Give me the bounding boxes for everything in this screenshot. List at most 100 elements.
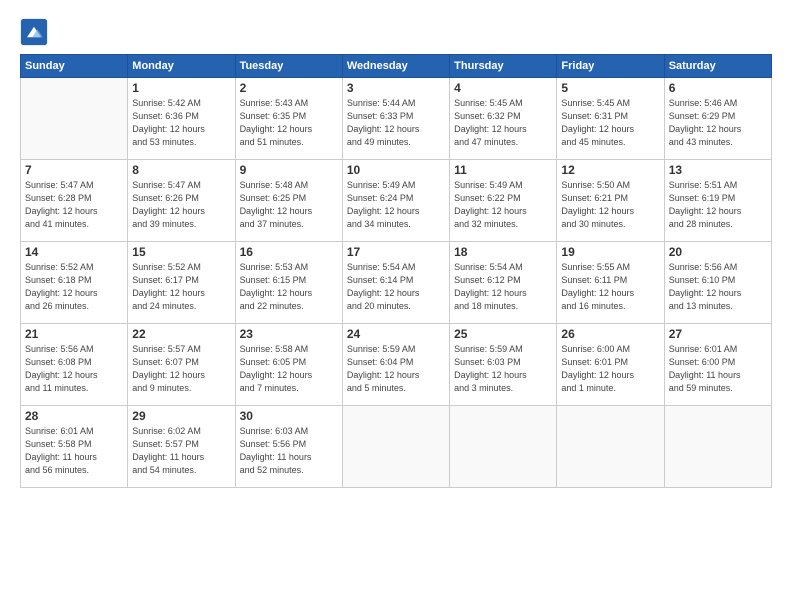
day-info: Sunrise: 5:45 AM Sunset: 6:32 PM Dayligh… xyxy=(454,97,552,149)
day-info: Sunrise: 5:59 AM Sunset: 6:03 PM Dayligh… xyxy=(454,343,552,395)
weekday-saturday: Saturday xyxy=(664,55,771,78)
day-cell xyxy=(21,78,128,160)
day-info: Sunrise: 5:47 AM Sunset: 6:26 PM Dayligh… xyxy=(132,179,230,231)
day-number: 26 xyxy=(561,327,659,341)
day-info: Sunrise: 5:59 AM Sunset: 6:04 PM Dayligh… xyxy=(347,343,445,395)
day-info: Sunrise: 6:03 AM Sunset: 5:56 PM Dayligh… xyxy=(240,425,338,477)
day-number: 20 xyxy=(669,245,767,259)
day-number: 25 xyxy=(454,327,552,341)
weekday-header-row: SundayMondayTuesdayWednesdayThursdayFrid… xyxy=(21,55,772,78)
day-info: Sunrise: 6:01 AM Sunset: 6:00 PM Dayligh… xyxy=(669,343,767,395)
day-number: 13 xyxy=(669,163,767,177)
day-info: Sunrise: 5:43 AM Sunset: 6:35 PM Dayligh… xyxy=(240,97,338,149)
day-number: 12 xyxy=(561,163,659,177)
day-cell: 10 Sunrise: 5:49 AM Sunset: 6:24 PM Dayli… xyxy=(342,160,449,242)
day-cell xyxy=(664,406,771,488)
day-cell: 30 Sunrise: 6:03 AM Sunset: 5:56 PM Dayli… xyxy=(235,406,342,488)
day-info: Sunrise: 5:52 AM Sunset: 6:17 PM Dayligh… xyxy=(132,261,230,313)
day-number: 2 xyxy=(240,81,338,95)
day-info: Sunrise: 5:52 AM Sunset: 6:18 PM Dayligh… xyxy=(25,261,123,313)
day-cell: 24 Sunrise: 5:59 AM Sunset: 6:04 PM Dayli… xyxy=(342,324,449,406)
day-info: Sunrise: 6:01 AM Sunset: 5:58 PM Dayligh… xyxy=(25,425,123,477)
day-cell: 22Sunrise: 5:57 AM Sunset: 6:07 PM Dayli… xyxy=(128,324,235,406)
day-number: 1 xyxy=(132,81,230,95)
weekday-wednesday: Wednesday xyxy=(342,55,449,78)
page: SundayMondayTuesdayWednesdayThursdayFrid… xyxy=(0,0,792,612)
day-cell: 15Sunrise: 5:52 AM Sunset: 6:17 PM Dayli… xyxy=(128,242,235,324)
day-info: Sunrise: 5:50 AM Sunset: 6:21 PM Dayligh… xyxy=(561,179,659,231)
day-number: 30 xyxy=(240,409,338,423)
day-cell xyxy=(342,406,449,488)
day-cell: 7 Sunrise: 5:47 AM Sunset: 6:28 PM Daylig… xyxy=(21,160,128,242)
day-cell: 26 Sunrise: 6:00 AM Sunset: 6:01 PM Dayli… xyxy=(557,324,664,406)
day-cell: 20 Sunrise: 5:56 AM Sunset: 6:10 PM Dayli… xyxy=(664,242,771,324)
day-number: 6 xyxy=(669,81,767,95)
day-cell: 9 Sunrise: 5:48 AM Sunset: 6:25 PM Daylig… xyxy=(235,160,342,242)
day-number: 10 xyxy=(347,163,445,177)
day-number: 23 xyxy=(240,327,338,341)
day-cell: 6 Sunrise: 5:46 AM Sunset: 6:29 PM Daylig… xyxy=(664,78,771,160)
day-cell: 8 Sunrise: 5:47 AM Sunset: 6:26 PM Daylig… xyxy=(128,160,235,242)
day-number: 7 xyxy=(25,163,123,177)
day-cell xyxy=(557,406,664,488)
logo-icon xyxy=(20,18,48,46)
day-info: Sunrise: 5:55 AM Sunset: 6:11 PM Dayligh… xyxy=(561,261,659,313)
weekday-monday: Monday xyxy=(128,55,235,78)
day-number: 8 xyxy=(132,163,230,177)
week-row-5: 28 Sunrise: 6:01 AM Sunset: 5:58 PM Dayli… xyxy=(21,406,772,488)
day-info: Sunrise: 6:02 AM Sunset: 5:57 PM Dayligh… xyxy=(132,425,230,477)
day-number: 11 xyxy=(454,163,552,177)
day-info: Sunrise: 5:51 AM Sunset: 6:19 PM Dayligh… xyxy=(669,179,767,231)
day-info: Sunrise: 5:48 AM Sunset: 6:25 PM Dayligh… xyxy=(240,179,338,231)
calendar-table: SundayMondayTuesdayWednesdayThursdayFrid… xyxy=(20,54,772,488)
day-number: 28 xyxy=(25,409,123,423)
day-info: Sunrise: 5:49 AM Sunset: 6:22 PM Dayligh… xyxy=(454,179,552,231)
day-number: 29 xyxy=(132,409,230,423)
day-cell: 3Sunrise: 5:44 AM Sunset: 6:33 PM Daylig… xyxy=(342,78,449,160)
day-info: Sunrise: 5:58 AM Sunset: 6:05 PM Dayligh… xyxy=(240,343,338,395)
week-row-3: 14Sunrise: 5:52 AM Sunset: 6:18 PM Dayli… xyxy=(21,242,772,324)
day-cell: 16Sunrise: 5:53 AM Sunset: 6:15 PM Dayli… xyxy=(235,242,342,324)
day-info: Sunrise: 5:46 AM Sunset: 6:29 PM Dayligh… xyxy=(669,97,767,149)
weekday-sunday: Sunday xyxy=(21,55,128,78)
day-cell: 5 Sunrise: 5:45 AM Sunset: 6:31 PM Daylig… xyxy=(557,78,664,160)
day-number: 18 xyxy=(454,245,552,259)
day-info: Sunrise: 5:47 AM Sunset: 6:28 PM Dayligh… xyxy=(25,179,123,231)
day-number: 24 xyxy=(347,327,445,341)
day-info: Sunrise: 5:54 AM Sunset: 6:14 PM Dayligh… xyxy=(347,261,445,313)
weekday-friday: Friday xyxy=(557,55,664,78)
day-info: Sunrise: 5:42 AM Sunset: 6:36 PM Dayligh… xyxy=(132,97,230,149)
day-cell: 25 Sunrise: 5:59 AM Sunset: 6:03 PM Dayli… xyxy=(450,324,557,406)
header xyxy=(20,18,772,46)
day-cell: 28 Sunrise: 6:01 AM Sunset: 5:58 PM Dayli… xyxy=(21,406,128,488)
day-cell: 29 Sunrise: 6:02 AM Sunset: 5:57 PM Dayli… xyxy=(128,406,235,488)
day-info: Sunrise: 5:45 AM Sunset: 6:31 PM Dayligh… xyxy=(561,97,659,149)
day-cell: 18 Sunrise: 5:54 AM Sunset: 6:12 PM Dayli… xyxy=(450,242,557,324)
day-cell: 11 Sunrise: 5:49 AM Sunset: 6:22 PM Dayli… xyxy=(450,160,557,242)
day-info: Sunrise: 5:54 AM Sunset: 6:12 PM Dayligh… xyxy=(454,261,552,313)
logo xyxy=(20,18,52,46)
day-cell: 14Sunrise: 5:52 AM Sunset: 6:18 PM Dayli… xyxy=(21,242,128,324)
day-cell: 27 Sunrise: 6:01 AM Sunset: 6:00 PM Dayli… xyxy=(664,324,771,406)
day-info: Sunrise: 5:56 AM Sunset: 6:10 PM Dayligh… xyxy=(669,261,767,313)
day-number: 19 xyxy=(561,245,659,259)
day-cell xyxy=(450,406,557,488)
day-number: 27 xyxy=(669,327,767,341)
day-cell: 1 Sunrise: 5:42 AM Sunset: 6:36 PM Daylig… xyxy=(128,78,235,160)
day-number: 5 xyxy=(561,81,659,95)
day-info: Sunrise: 5:56 AM Sunset: 6:08 PM Dayligh… xyxy=(25,343,123,395)
day-cell: 23 Sunrise: 5:58 AM Sunset: 6:05 PM Dayli… xyxy=(235,324,342,406)
day-cell: 4Sunrise: 5:45 AM Sunset: 6:32 PM Daylig… xyxy=(450,78,557,160)
week-row-2: 7 Sunrise: 5:47 AM Sunset: 6:28 PM Daylig… xyxy=(21,160,772,242)
day-cell: 13 Sunrise: 5:51 AM Sunset: 6:19 PM Dayli… xyxy=(664,160,771,242)
day-number: 21 xyxy=(25,327,123,341)
day-cell: 19 Sunrise: 5:55 AM Sunset: 6:11 PM Dayli… xyxy=(557,242,664,324)
day-info: Sunrise: 5:57 AM Sunset: 6:07 PM Dayligh… xyxy=(132,343,230,395)
day-info: Sunrise: 6:00 AM Sunset: 6:01 PM Dayligh… xyxy=(561,343,659,395)
day-number: 16 xyxy=(240,245,338,259)
weekday-thursday: Thursday xyxy=(450,55,557,78)
day-number: 9 xyxy=(240,163,338,177)
day-info: Sunrise: 5:49 AM Sunset: 6:24 PM Dayligh… xyxy=(347,179,445,231)
weekday-tuesday: Tuesday xyxy=(235,55,342,78)
week-row-4: 21 Sunrise: 5:56 AM Sunset: 6:08 PM Dayli… xyxy=(21,324,772,406)
